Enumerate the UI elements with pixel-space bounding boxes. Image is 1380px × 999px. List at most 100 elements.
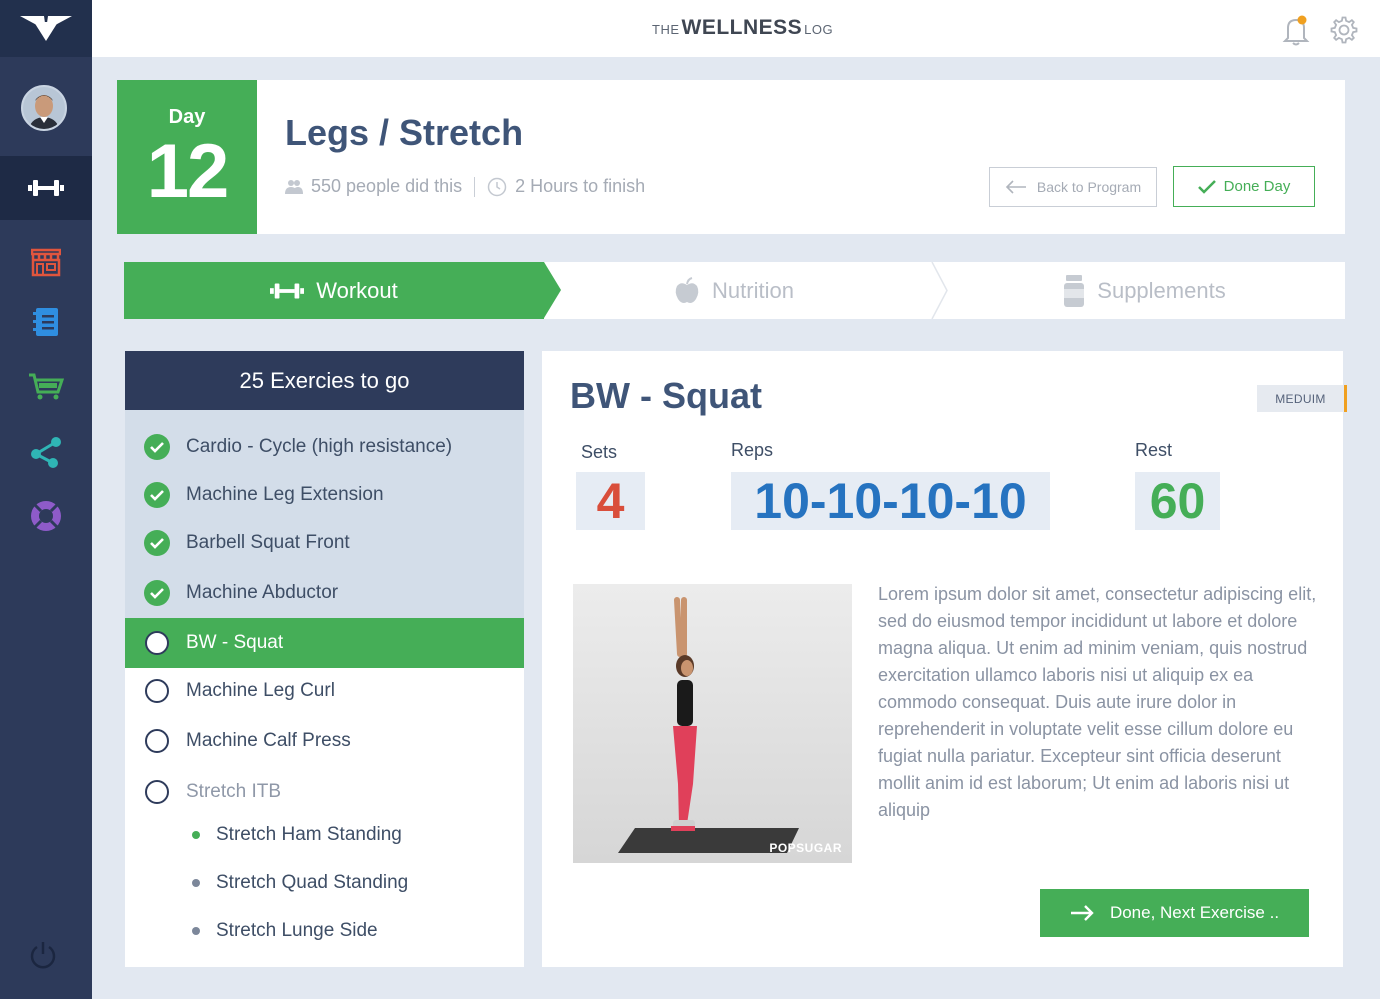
arrow-right-icon [1070, 905, 1094, 921]
page-title: Legs / Stretch [285, 112, 524, 153]
clock-icon [487, 177, 507, 196]
exercise-item-todo[interactable]: Machine Calf Press [125, 716, 524, 766]
tab-supplements-label: Supplements [1097, 277, 1226, 303]
power-icon[interactable] [28, 940, 58, 970]
bullet-dot [192, 927, 200, 935]
notification-bell-icon[interactable] [1282, 14, 1310, 46]
logo-icon [20, 15, 72, 41]
exercise-demo-image: POPSUGAR [573, 584, 852, 863]
tab-nutrition[interactable]: Nutrition [544, 262, 924, 319]
exercise-label: Barbell Squat Front [186, 532, 350, 553]
sets-value: 4 [576, 472, 645, 530]
brand-wordmark: THE WELLNESS LOG [652, 16, 833, 40]
exercise-detail: BW - Squat MEDUIM Sets 4 Reps 10-10-10-1… [542, 351, 1347, 967]
check-circle-icon [144, 434, 170, 460]
arrow-left-icon [1005, 180, 1026, 194]
sidebar-item-workout[interactable] [0, 156, 92, 220]
dumbbell-icon [270, 282, 305, 299]
tab-supplements[interactable]: Supplements [944, 262, 1345, 319]
exercise-label: Cardio - Cycle (high resistance) [186, 436, 453, 457]
brand-suffix: LOG [804, 22, 834, 37]
sidebar-item-store[interactable] [0, 230, 92, 294]
meta-divider [474, 176, 476, 197]
done-day-button[interactable]: Done Day [1173, 166, 1315, 207]
exercise-sublabel: Stretch Ham Standing [216, 824, 402, 845]
dumbbell-icon [28, 180, 64, 196]
reps-value: 10-10-10-10 [731, 472, 1050, 530]
exercise-label: Machine Abductor [186, 582, 339, 603]
duration-text: 2 Hours to finish [515, 176, 646, 196]
next-exercise-button[interactable]: Done, Next Exercise .. [1040, 889, 1309, 937]
top-bar: THE WELLNESS LOG [92, 0, 1380, 57]
exercise-item-group[interactable]: Stretch ITB [125, 767, 524, 817]
day-number: 12 [146, 129, 230, 214]
exercise-item-done[interactable]: Barbell Squat Front [125, 518, 524, 568]
rest-value: 60 [1135, 472, 1220, 530]
people-count: 550 people did this [311, 176, 463, 196]
day-header-card: Day 12 Legs / Stretch 550 people did thi… [117, 80, 1345, 234]
empty-circle-icon [145, 679, 169, 703]
exercise-item-done[interactable]: Machine Leg Extension [125, 470, 524, 520]
empty-circle-icon [145, 780, 169, 804]
back-to-program-button[interactable]: Back to Program [989, 167, 1157, 207]
exercise-item-todo[interactable]: Machine Leg Curl [125, 666, 524, 716]
cart-icon [29, 373, 64, 400]
brand-prefix: THE [652, 22, 680, 37]
brand-name: WELLNESS [681, 16, 803, 39]
exercise-item-done[interactable]: Machine Abductor [125, 568, 524, 618]
day-meta: 550 people did this 2 Hours to finish [285, 176, 645, 197]
empty-circle-icon [145, 729, 169, 753]
apple-icon [675, 276, 699, 303]
sidebar-item-notebook[interactable] [0, 290, 92, 354]
exercise-label: Machine Leg Curl [186, 680, 335, 701]
exercise-title: BW - Squat [570, 375, 762, 416]
notebook-icon [33, 308, 58, 336]
tab-workout-label: Workout [316, 277, 398, 303]
exercise-subitem[interactable]: Stretch Lunge Side [125, 911, 524, 951]
exercise-subitem[interactable]: Stretch Quad Standing [125, 863, 524, 903]
exercise-sublabel: Stretch Quad Standing [216, 872, 409, 893]
exercise-item-current[interactable]: BW - Squat [125, 618, 524, 668]
photo-watermark: POPSUGAR [769, 841, 842, 855]
exercise-sublabel: Stretch Lunge Side [216, 920, 378, 941]
exercise-list: 25 Exercies to go Cardio - Cycle (high r… [125, 351, 524, 967]
difficulty-badge: MEDUIM [1257, 385, 1347, 412]
section-tabs: Workout Nutrition Supplements [124, 262, 1345, 319]
reps-label: Reps [731, 440, 774, 460]
next-button-label: Done, Next Exercise .. [1109, 903, 1280, 922]
check-circle-icon [144, 580, 170, 606]
avatar[interactable] [21, 85, 67, 131]
check-circle-icon [144, 530, 170, 556]
exercise-label: Machine Leg Extension [186, 484, 384, 505]
check-circle-icon [144, 482, 170, 508]
tab-workout[interactable]: Workout [124, 262, 544, 319]
day-label: Day [168, 106, 206, 128]
sidebar-item-support[interactable] [0, 484, 92, 548]
exercise-label: Machine Calf Press [186, 730, 351, 751]
app-logo[interactable] [0, 0, 92, 57]
exercise-list-header: 25 Exercies to go [125, 351, 524, 410]
exercise-description: Lorem ipsum dolor sit amet, consectetur … [878, 584, 1317, 820]
lifebuoy-icon [31, 501, 61, 531]
sidebar-item-share[interactable] [0, 420, 92, 484]
check-icon [1197, 179, 1216, 194]
store-icon [31, 248, 61, 277]
tab-nutrition-label: Nutrition [712, 277, 794, 303]
exercise-subitem[interactable]: Stretch Ham Standing [125, 815, 524, 855]
exercise-label: BW - Squat [186, 632, 284, 653]
exercise-item-done[interactable]: Cardio - Cycle (high resistance) [125, 422, 524, 472]
radio-circle-icon [145, 631, 169, 655]
squat-figure-illustration [618, 597, 799, 853]
sidebar-item-cart[interactable] [0, 354, 92, 418]
done-button-label: Done Day [1223, 178, 1291, 195]
settings-gear-icon[interactable] [1330, 16, 1358, 44]
sidebar [0, 0, 92, 999]
share-icon [31, 437, 61, 468]
sets-label: Sets [581, 442, 618, 462]
day-badge: Day 12 [117, 80, 257, 234]
bullet-dot [192, 879, 200, 887]
back-button-label: Back to Program [1036, 179, 1142, 195]
bottle-icon [1064, 274, 1085, 307]
user-photo [23, 87, 65, 129]
rest-label: Rest [1135, 440, 1173, 460]
